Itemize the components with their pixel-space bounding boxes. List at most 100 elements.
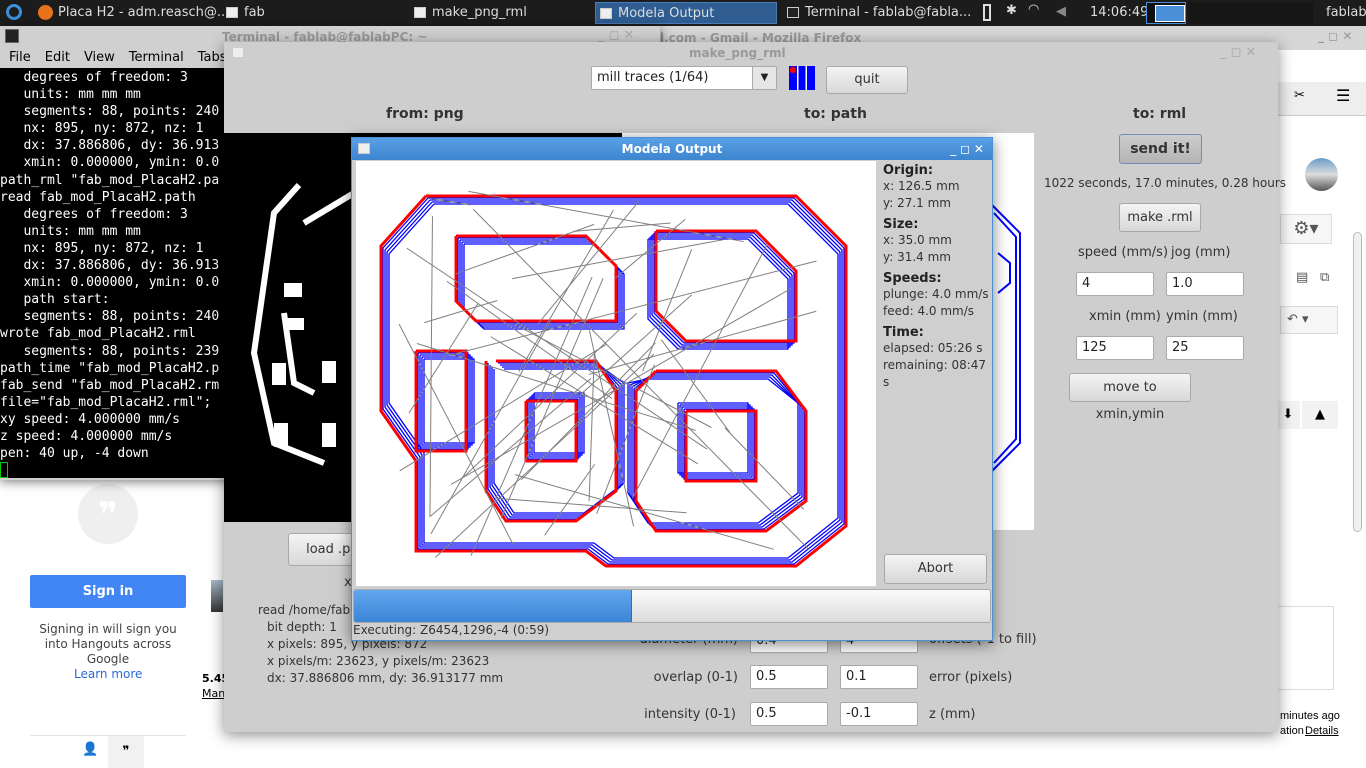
workspace-2[interactable] bbox=[1188, 2, 1313, 24]
contacts-icon[interactable]: 👤 bbox=[82, 742, 98, 757]
terminal-line: xmin: 0.000000, ymin: 0.0 bbox=[0, 275, 220, 291]
menu-file[interactable]: File bbox=[9, 50, 31, 65]
tool-path bbox=[683, 408, 755, 480]
terminal-line: xmin: 0.000000, ymin: 0.0 bbox=[0, 155, 220, 171]
thumbnail bbox=[211, 580, 223, 612]
menu-icon[interactable]: ☰ bbox=[1336, 86, 1350, 105]
taskbar-item-fab[interactable]: fab bbox=[222, 2, 265, 24]
terminal-line: xy speed: 4.000000 mm/s bbox=[0, 411, 181, 427]
jog-input[interactable]: 1.0 bbox=[1166, 272, 1244, 296]
firefox-toolbar: ✂ ☰ bbox=[1278, 82, 1366, 116]
abort-button[interactable]: Abort bbox=[884, 554, 987, 584]
window-controls[interactable]: _ ◻ ✕ bbox=[1220, 45, 1256, 60]
send-it-button[interactable]: send it! bbox=[1119, 134, 1202, 164]
terminal-line: segments: 88, points: 240 bbox=[0, 104, 220, 120]
overlap-input[interactable]: 0.5 bbox=[750, 665, 828, 689]
toolpath-drawing bbox=[379, 190, 848, 568]
tool-path bbox=[633, 372, 805, 530]
terminal-line: wrote fab_mod_PlacaH2.rml bbox=[0, 326, 196, 342]
travel-move bbox=[544, 464, 596, 536]
progress-fill bbox=[354, 590, 632, 622]
attachment-box bbox=[1278, 606, 1334, 690]
taskbar: Placa H2 - adm.reasch@... fab make_png_r… bbox=[0, 0, 1366, 26]
new-window-icon[interactable]: ⧉ bbox=[1320, 270, 1329, 285]
quit-button[interactable]: quit bbox=[826, 66, 908, 94]
volume-icon[interactable]: ◀ bbox=[1056, 4, 1066, 19]
toolpath-canvas bbox=[356, 161, 876, 586]
bluetooth-icon[interactable]: ✱ bbox=[1006, 3, 1017, 18]
menu-view[interactable]: View bbox=[84, 50, 115, 65]
terminal-line: dx: 37.886806, dy: 36.913 bbox=[0, 258, 220, 274]
travel-move bbox=[406, 247, 708, 450]
travel-move bbox=[450, 288, 791, 485]
travel-move bbox=[724, 427, 805, 510]
move-to-xmin-ymin-button[interactable]: move to xmin,ymin bbox=[1069, 373, 1191, 422]
reply-icon[interactable]: ↶ ▾ bbox=[1280, 306, 1338, 334]
scrollbar[interactable] bbox=[1353, 232, 1362, 532]
travel-move bbox=[588, 353, 595, 502]
job-info: Origin: x: 126.5 mm y: 27.1 mm Size: x: 35.… bbox=[883, 163, 989, 389]
extension-icon[interactable]: ✂ bbox=[1294, 88, 1305, 103]
terminal-cursor bbox=[0, 462, 8, 478]
menu-terminal[interactable]: Terminal bbox=[129, 50, 184, 65]
progress-bar bbox=[353, 589, 991, 623]
clock[interactable]: 14:06:49 bbox=[1090, 5, 1148, 20]
make-rml-button[interactable]: make .rml bbox=[1119, 203, 1201, 232]
window-controls[interactable]: _ ◻ ✕ bbox=[950, 138, 984, 160]
taskbar-item-terminal[interactable]: Terminal - fablab@fabla... bbox=[783, 2, 971, 24]
window-icon bbox=[232, 47, 244, 58]
terminal-output[interactable]: degrees of freedom: 3 units: mm mm mm se… bbox=[0, 68, 224, 478]
manage-link[interactable]: Man bbox=[202, 687, 225, 700]
taskbar-item-firefox[interactable]: Placa H2 - adm.reasch@... bbox=[36, 2, 229, 24]
speed-input[interactable]: 4 bbox=[1076, 272, 1154, 296]
terminal-line: fab_send "fab_mod_PlacaH2.rm bbox=[0, 377, 220, 393]
terminal-icon bbox=[5, 29, 19, 43]
mode-select[interactable]: mill traces (1/64) ▼ bbox=[591, 66, 777, 90]
terminal-line: degrees of freedom: 3 bbox=[0, 70, 188, 85]
hangouts-sign-in-button[interactable]: Sign in bbox=[30, 575, 186, 608]
travel-move bbox=[588, 330, 635, 527]
wifi-icon[interactable]: ◠ bbox=[1028, 2, 1039, 17]
error-input[interactable]: 0.1 bbox=[840, 665, 918, 689]
user-menu[interactable]: fablab bbox=[1326, 5, 1366, 20]
travel-move bbox=[580, 294, 692, 395]
terminal-menubar: File Edit View Terminal Tabs bbox=[9, 50, 241, 65]
intensity-input[interactable]: 0.5 bbox=[750, 702, 828, 726]
terminal-line: path_time "fab_mod_PlacaH2.p bbox=[0, 360, 220, 376]
details-link[interactable]: Details bbox=[1305, 725, 1339, 737]
window-controls[interactable]: _ ◻ ✕ bbox=[1318, 29, 1352, 43]
terminal-line: file="fab_mod_PlacaH2.rml"; bbox=[0, 394, 212, 410]
trace-outline bbox=[634, 369, 808, 533]
menu-edit[interactable]: Edit bbox=[45, 50, 70, 65]
terminal-line: nx: 895, ny: 872, nz: 1 bbox=[0, 121, 204, 137]
terminal-icon bbox=[787, 7, 799, 18]
chevron-down-icon: ▼ bbox=[752, 67, 776, 89]
terminal-line: segments: 88, points: 239 bbox=[0, 343, 220, 359]
battery-icon[interactable] bbox=[983, 4, 991, 21]
xmin-input[interactable]: 125 bbox=[1076, 336, 1154, 360]
z-input[interactable]: -0.1 bbox=[840, 702, 918, 726]
print-icon[interactable]: ▤ bbox=[1296, 270, 1308, 285]
hangouts-tab-icon[interactable]: ❞ bbox=[108, 736, 144, 768]
app-menu-icon[interactable] bbox=[6, 4, 22, 20]
drive-icon[interactable]: ▲ bbox=[1302, 401, 1338, 429]
taskbar-item-make-png-rml[interactable]: make_png_rml bbox=[410, 2, 527, 24]
download-icon[interactable]: ⬇ bbox=[1276, 401, 1300, 429]
learn-more-link[interactable]: Learn more bbox=[74, 667, 142, 681]
window-controls[interactable]: _ ◻ ✕ bbox=[598, 28, 634, 43]
travel-move bbox=[660, 339, 731, 433]
ymin-input[interactable]: 25 bbox=[1166, 336, 1244, 360]
terminal-line: degrees of freedom: 3 bbox=[0, 206, 188, 222]
workspace-switcher[interactable] bbox=[1146, 2, 1186, 24]
terminal-line: path start: bbox=[0, 292, 110, 308]
account-avatar[interactable] bbox=[1305, 158, 1338, 191]
tool-path bbox=[417, 352, 469, 450]
terminal-line: units: mm mm mm bbox=[0, 223, 141, 239]
trace-outline bbox=[684, 409, 758, 483]
modela-output-dialog: Modela Output _ ◻ ✕ Origin: x: 126.5 mm y:… bbox=[351, 137, 993, 641]
taskbar-item-modela-output[interactable]: Modela Output bbox=[595, 2, 777, 24]
settings-gear-icon[interactable]: ⚙▾ bbox=[1280, 214, 1332, 244]
menu-tabs[interactable]: Tabs bbox=[198, 50, 227, 65]
terminal-line: read fab_mod_PlacaH2.path bbox=[0, 189, 196, 205]
terminal-line: segments: 88, points: 240 bbox=[0, 309, 220, 325]
